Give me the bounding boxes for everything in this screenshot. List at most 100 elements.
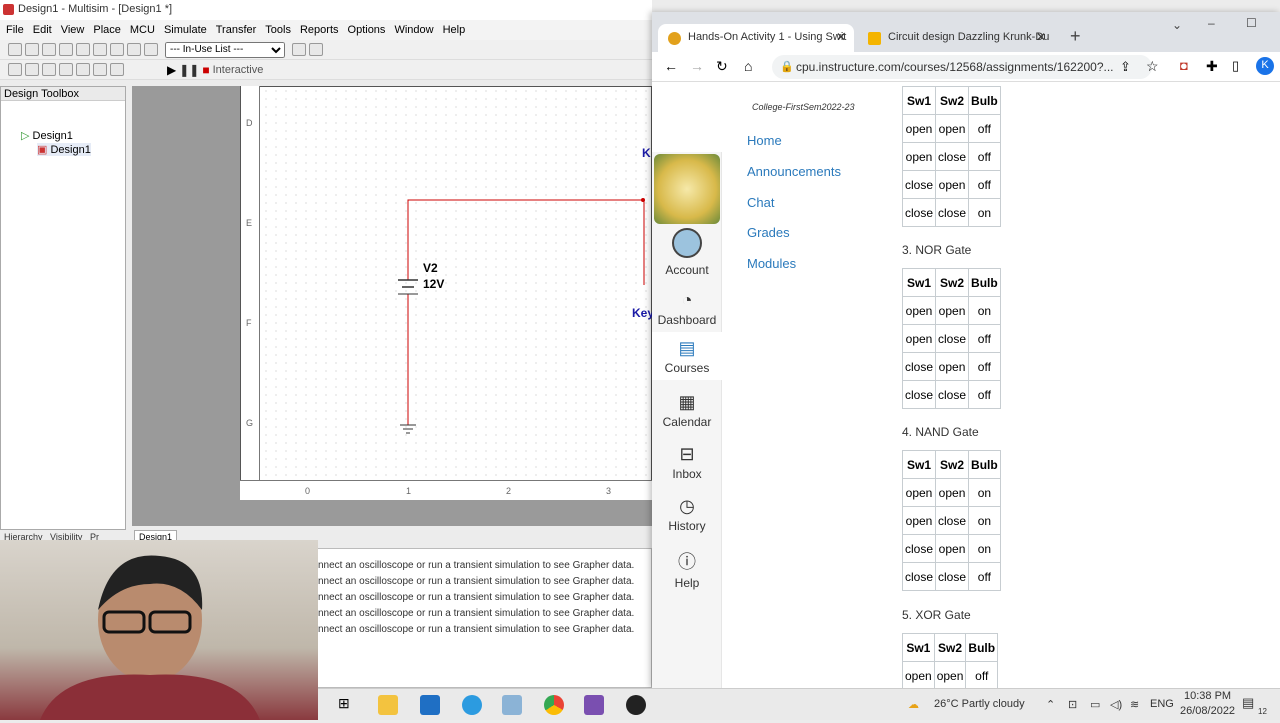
tab-activity[interactable]: Hands-On Activity 1 - Using Swit ✕ [658,24,854,52]
table-row: open open on [901,296,1001,325]
share-icon[interactable]: ⇪ [1120,59,1131,75]
nav-history[interactable]: ◷ History [652,496,722,533]
table-header-row: Sw1 Sw2 Bulb [902,633,999,662]
truth-table-nand: Sw1 Sw2 Bulb open open on open close on close o… [901,450,1001,591]
course-nav-chat[interactable]: Chat [747,195,774,210]
tab-circuit[interactable]: Circuit design Dazzling Krunk-Du ✕ [858,24,1054,52]
tab-search-icon[interactable]: ⌄ [1172,18,1182,32]
file-explorer-icon[interactable] [378,695,398,715]
weather-text[interactable]: 26°C Partly cloudy [934,698,1025,710]
clock-time[interactable]: 10:38 PM [1184,690,1231,702]
sidepanel-icon[interactable]: ▯ [1232,58,1239,74]
nav-account[interactable]: Account [652,228,722,277]
close-tab-icon[interactable]: ✕ [1036,30,1046,44]
truth-table-or: Sw1 Sw2 Bulb open open off open close off clos… [901,86,1001,227]
multisim-taskbar-icon[interactable] [584,695,604,715]
nav-help[interactable]: ⓘ Help [652,548,722,590]
canvas-favicon-icon [668,32,681,45]
bookmark-star-icon[interactable]: ☆ [1146,58,1159,75]
new-tab-icon[interactable]: + [1070,26,1081,47]
taskbar: ⊞ ☁ 26°C Partly cloudy ⌃ ⊡ ▭ ◁) ≋ ENG 10… [318,688,1280,720]
back-icon[interactable]: ← [664,58,678,74]
nav-courses[interactable]: ▤ Courses [652,332,722,380]
notification-count: 12 [1258,707,1267,716]
notification-icon[interactable]: ▤ [1242,695,1254,711]
webcam-overlay [0,540,318,720]
grapher-line: nnect an oscilloscope or run a transient… [318,560,635,571]
dashboard-icon: ◔ [681,290,693,310]
table-row: open open on [901,478,1001,507]
gate-title-nand: 4. NAND Gate [902,425,979,439]
table-row: open close off [901,324,1001,353]
course-nav-announcements[interactable]: Announcements [747,164,841,179]
table-row: close close off [901,380,1001,409]
table-header-row: Sw1 Sw2 Bulb [901,450,1001,479]
school-logo[interactable] [654,154,720,224]
tray-chevron-icon[interactable]: ⌃ [1046,698,1055,711]
table-row: close open off [901,170,1001,199]
browser-window: Hands-On Activity 1 - Using Swit ✕ Circui… [652,12,1280,688]
course-nav-home[interactable]: Home [747,133,782,148]
profile-avatar[interactable]: K [1256,57,1274,75]
clock-date[interactable]: 26/08/2022 [1180,705,1235,717]
extension-icon[interactable]: ◘ [1180,58,1188,73]
reload-icon[interactable]: ↻ [716,58,728,75]
tray-network-icon[interactable]: ⊡ [1068,698,1077,711]
maximize-icon[interactable]: ☐ [1246,16,1257,30]
tab-strip: Hands-On Activity 1 - Using Swit ✕ Circui… [652,12,1280,52]
table-row: open close off [901,142,1001,171]
truth-table-xor: Sw1 Sw2 Bulb open open off [902,633,999,688]
grapher-line: nnect an oscilloscope or run a transient… [318,592,635,603]
tray-battery-icon[interactable]: ▭ [1090,698,1100,711]
course-nav-modules[interactable]: Modules [747,256,796,271]
component-name[interactable]: V2 [423,261,438,275]
truth-table-nor: Sw1 Sw2 Bulb open open on open close off close… [901,268,1001,409]
address-bar: ← → ↻ ⌂ 🔒 cpu.instructure.com/courses/125… [652,52,1280,82]
key-label: Key [632,306,655,320]
nav-dashboard[interactable]: ◔ Dashboard [652,290,722,327]
weather-icon: ☁ [908,699,919,711]
global-nav: Account ◔ Dashboard ▤ Courses ▦ Calendar ⊟ I… [652,152,722,688]
task-view-icon[interactable]: ⊞ [338,695,358,715]
history-icon: ◷ [679,496,695,516]
tray-wifi-icon[interactable]: ≋ [1130,698,1139,711]
forward-icon[interactable]: → [690,58,704,74]
puzzle-icon[interactable]: ✚ [1206,58,1218,75]
courses-icon: ▤ [678,338,696,358]
store-icon[interactable] [420,695,440,715]
edge-icon[interactable] [462,695,482,715]
nav-inbox[interactable]: ⊟ Inbox [652,444,722,481]
app-icon[interactable] [626,695,646,715]
url-input[interactable]: 🔒 cpu.instructure.com/courses/12568/assig… [772,55,1152,79]
course-nav-grades[interactable]: Grades [747,225,790,240]
language-indicator[interactable]: ENG [1150,698,1174,710]
table-row: close close on [901,198,1001,227]
nav-calendar[interactable]: ▦ Calendar [652,392,722,429]
grapher-line: nnect an oscilloscope or run a transient… [318,576,635,587]
table-row: open open off [902,661,999,688]
gate-title-nor: 3. NOR Gate [902,243,972,257]
page-content: Account ◔ Dashboard ▤ Courses ▦ Calendar ⊟ I… [652,82,1280,688]
key-label: K [642,146,651,160]
tray-volume-icon[interactable]: ◁) [1110,698,1122,711]
component-value[interactable]: 12V [423,277,444,291]
table-header-row: Sw1 Sw2 Bulb [901,86,1001,115]
header-sw1: Sw1 [901,86,937,115]
gate-title-xor: 5. XOR Gate [902,608,971,622]
home-icon[interactable]: ⌂ [744,58,752,74]
calendar-icon: ▦ [678,392,696,412]
table-header-row: Sw1 Sw2 Bulb [901,268,1001,297]
course-subtitle: College-FirstSem2022-23 [752,102,855,112]
inbox-icon: ⊟ [679,444,695,464]
table-row: close close off [901,562,1001,591]
lock-icon: 🔒 [780,61,794,73]
table-row: open open off [901,114,1001,143]
account-avatar [672,228,702,258]
table-row: open close on [901,506,1001,535]
photos-icon[interactable] [502,695,522,715]
close-tab-icon[interactable]: ✕ [836,30,846,44]
table-row: close open on [901,534,1001,563]
chrome-icon[interactable] [544,695,564,715]
help-icon: ⓘ [678,552,696,572]
minimize-icon[interactable]: – [1208,16,1215,30]
